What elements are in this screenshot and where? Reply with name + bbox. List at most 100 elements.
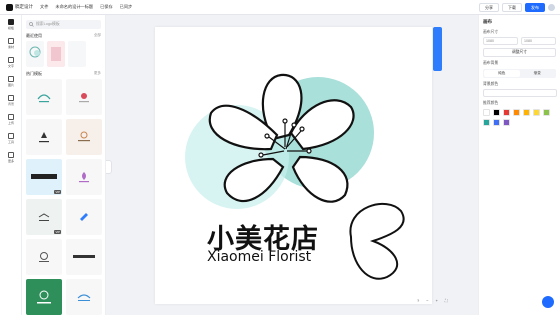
- recent-thumb-graphic: [51, 47, 61, 61]
- recent-thumb[interactable]: [47, 41, 65, 67]
- color-swatch[interactable]: [503, 119, 510, 126]
- template-card[interactable]: VIP: [26, 199, 62, 235]
- properties-panel: 画布 画布尺寸 1080 1080 调整尺寸 画布背景 纯色 渐变 背景颜色 推…: [478, 15, 560, 315]
- template-grid: VIP VIP: [26, 79, 102, 315]
- template-card[interactable]: [66, 199, 102, 235]
- menu-file[interactable]: 文件: [40, 4, 48, 10]
- rail-elements[interactable]: 素材: [0, 34, 22, 53]
- top-bar: 稿定设计 文件 未命名的设计—标题 已保存 已同步 分享 下载 发布: [0, 0, 560, 15]
- template-card-graphic: [77, 294, 91, 301]
- search-placeholder: 搜索Logo模板: [36, 22, 60, 26]
- search-icon: [29, 22, 34, 27]
- text-icon: [8, 57, 14, 63]
- help-chat-button[interactable]: [542, 296, 554, 308]
- gradient-tab[interactable]: 渐变: [520, 70, 556, 77]
- template-card-graphic: [78, 131, 90, 142]
- size-label: 画布尺寸: [483, 30, 499, 34]
- download-button[interactable]: 下载: [502, 3, 522, 12]
- rail-images[interactable]: 图片: [0, 72, 22, 91]
- grid-more-link[interactable]: 更多: [94, 71, 101, 77]
- props-title: 画布: [483, 19, 492, 24]
- logo-title-en: Xiaomei Florist: [207, 249, 312, 265]
- zoom-toolbar: ? − + ⛶: [417, 298, 448, 303]
- color-swatch[interactable]: [493, 109, 500, 116]
- recent-thumb[interactable]: [68, 41, 86, 67]
- color-swatch[interactable]: [483, 119, 490, 126]
- rail-tools[interactable]: 工具: [0, 129, 22, 148]
- bg-type-toggle: 纯色 渐变: [483, 69, 556, 78]
- solid-tab[interactable]: 纯色: [484, 70, 520, 77]
- template-card-graphic: [39, 132, 49, 143]
- grid-header: 热门模板 更多: [26, 71, 101, 77]
- zoom-in-button[interactable]: +: [436, 298, 438, 303]
- color-swatch[interactable]: [533, 109, 540, 116]
- rail-label: 工具: [7, 140, 14, 144]
- template-card[interactable]: [26, 119, 62, 155]
- brand-name: 稿定设计: [15, 4, 33, 9]
- template-card-graphic: [39, 252, 49, 262]
- template-card-graphic: [79, 172, 89, 183]
- rail-label: 素材: [7, 45, 14, 49]
- template-card-graphic: [79, 93, 89, 103]
- fullscreen-button[interactable]: ⛶: [445, 298, 448, 303]
- grid-title: 热门模板: [26, 71, 42, 76]
- template-card[interactable]: [26, 239, 62, 275]
- template-card[interactable]: [66, 239, 102, 275]
- design-canvas[interactable]: 小美花店 Xiaomei Florist: [155, 27, 432, 304]
- rail-label: 上传: [7, 121, 14, 125]
- template-card[interactable]: [66, 119, 102, 155]
- rail-text[interactable]: 文字: [0, 53, 22, 72]
- petal-swirl: [349, 202, 405, 280]
- rail-label: 模板: [7, 26, 14, 30]
- search-input[interactable]: 搜索Logo模板: [26, 20, 101, 29]
- template-panel: 搜索Logo模板 最近使用 全部 热门模板 更多 VIP VIP: [22, 15, 106, 315]
- rail-templates[interactable]: 模板: [0, 15, 22, 34]
- share-button[interactable]: 分享: [479, 3, 499, 12]
- app-logo-icon[interactable]: [6, 3, 13, 11]
- template-card[interactable]: [66, 79, 102, 115]
- recent-thumb-graphic: [29, 46, 41, 58]
- publish-button[interactable]: 发布: [525, 3, 545, 12]
- color-label: 背景颜色: [483, 82, 499, 86]
- rail-more[interactable]: 更多: [0, 148, 22, 167]
- recent-thumb[interactable]: [26, 41, 44, 67]
- template-card[interactable]: VIP: [26, 159, 62, 195]
- template-card[interactable]: [66, 279, 102, 315]
- height-input[interactable]: 1080: [521, 37, 556, 45]
- template-icon: [8, 19, 14, 25]
- rail-upload[interactable]: 上传: [0, 110, 22, 129]
- zoom-out-button[interactable]: −: [426, 298, 428, 303]
- rail-background[interactable]: 背景: [0, 91, 22, 110]
- color-swatch[interactable]: [523, 109, 530, 116]
- help-button[interactable]: ?: [417, 298, 419, 303]
- document-title[interactable]: 未命名的设计—标题: [55, 4, 93, 10]
- color-swatch[interactable]: [543, 109, 550, 116]
- vip-badge: VIP: [54, 190, 61, 194]
- color-swatch[interactable]: [483, 109, 490, 116]
- recent-more-link[interactable]: 全部: [94, 33, 101, 39]
- template-card[interactable]: [26, 79, 62, 115]
- color-input[interactable]: [483, 89, 557, 97]
- palette-label: 推荐颜色: [483, 101, 499, 105]
- color-palette: [483, 109, 557, 126]
- resize-button[interactable]: 调整尺寸: [483, 48, 556, 57]
- template-card[interactable]: [66, 159, 102, 195]
- rail-label: 图片: [7, 83, 14, 87]
- recent-list: [26, 41, 101, 67]
- sync-status: 已同步: [119, 4, 133, 9]
- panel-collapse-handle[interactable]: [106, 160, 112, 174]
- more-icon: [8, 152, 14, 158]
- color-swatch[interactable]: [503, 109, 510, 116]
- color-swatch[interactable]: [493, 119, 500, 126]
- canvas-side-toolbar[interactable]: [433, 27, 442, 71]
- template-card[interactable]: [26, 279, 62, 315]
- image-icon: [8, 76, 14, 82]
- color-swatch[interactable]: [513, 109, 520, 116]
- width-input[interactable]: 1080: [483, 37, 518, 45]
- save-status: 已保存: [100, 4, 113, 9]
- tool-rail: 模板 素材 文字 图片 背景 上传 工具 更多: [0, 15, 22, 315]
- avatar[interactable]: [548, 4, 555, 11]
- rail-label: 文字: [7, 64, 14, 68]
- upload-icon: [8, 114, 14, 120]
- rail-label: 更多: [7, 159, 14, 163]
